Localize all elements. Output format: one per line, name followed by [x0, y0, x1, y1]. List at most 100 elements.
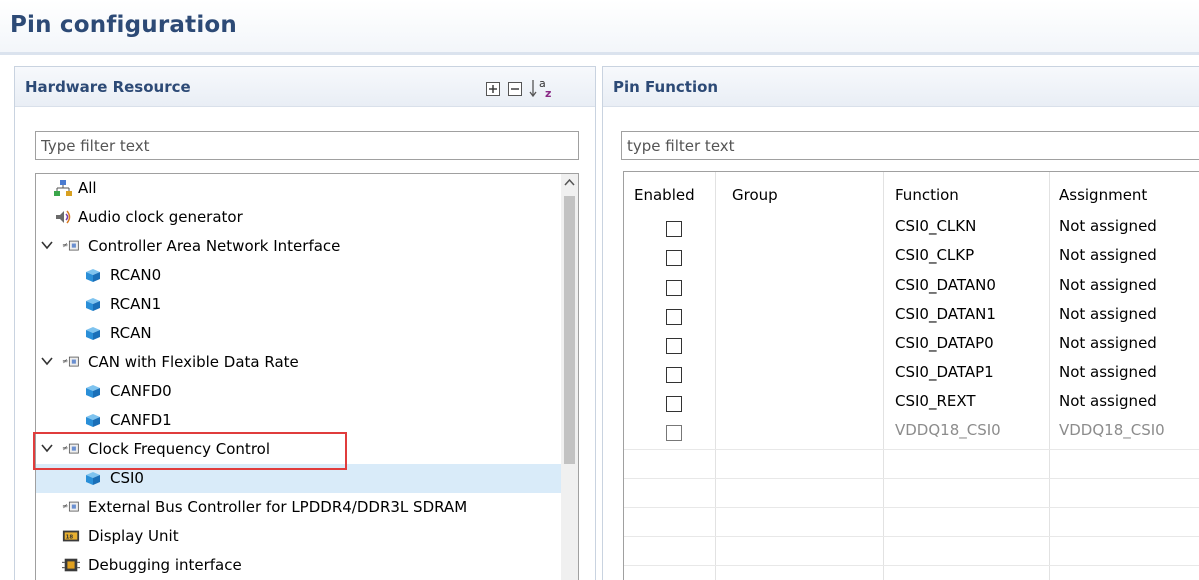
row-divider [624, 536, 1199, 537]
tree-item-controller-area-network-interface[interactable]: ≠ Controller Area Network Interface [36, 232, 563, 261]
tree-item-rcan0[interactable]: RCAN0 [36, 261, 563, 290]
hardware-filter-input[interactable] [35, 131, 579, 160]
enabled-checkbox[interactable] [666, 338, 682, 354]
tree-item-label: External Bus Controller for LPDDR4/DDR3L… [88, 498, 468, 516]
function-cell: CSI0_CLKP [895, 246, 975, 264]
cube-icon [86, 472, 100, 485]
pin-function-filter-input[interactable] [621, 131, 1199, 160]
debug-icon [62, 558, 80, 572]
svg-text:≠: ≠ [62, 444, 68, 453]
function-cell: CSI0_REXT [895, 392, 976, 410]
tree-item-display-unit[interactable]: 18 Display Unit [36, 522, 563, 551]
pin-function-panel: Pin Function Enabled Group Function Assi… [602, 66, 1199, 580]
tree-item-can-with-flexible-data-rate[interactable]: ≠ CAN with Flexible Data Rate [36, 348, 563, 377]
scroll-up-icon[interactable] [564, 178, 575, 188]
enabled-checkbox[interactable] [666, 396, 682, 412]
page-header: Pin configuration [0, 0, 1199, 52]
function-cell: CSI0_DATAP1 [895, 363, 994, 381]
tree-item-label: CAN with Flexible Data Rate [88, 353, 299, 371]
assignment-cell: Not assigned [1059, 276, 1157, 294]
svg-text:≠: ≠ [62, 241, 68, 250]
tree-item-clock-frequency-control[interactable]: ≠ Clock Frequency Control [36, 435, 563, 464]
tree-item-rcan[interactable]: RCAN [36, 319, 563, 348]
function-cell: CSI0_CLKN [895, 217, 977, 235]
tree-item-label: RCAN [110, 324, 152, 342]
tree-item-label: CANFD0 [110, 382, 172, 400]
svg-text:≠: ≠ [62, 502, 68, 511]
assignment-cell: Not assigned [1059, 392, 1157, 410]
tree-item-csi0[interactable]: CSI0 [36, 464, 563, 493]
hardware-tree: All Audio clock generator ≠ Controller A… [35, 173, 579, 580]
network-icon [54, 180, 72, 196]
column-header-function[interactable]: Function [895, 186, 959, 204]
collapse-all-icon[interactable] [507, 81, 523, 97]
chevron-down-icon[interactable] [40, 354, 54, 368]
chip-icon: ≠ [62, 241, 79, 251]
chip-icon: ≠ [62, 444, 79, 454]
assignment-cell: Not assigned [1059, 246, 1157, 264]
chip-icon: ≠ [62, 357, 79, 367]
enabled-checkbox[interactable] [666, 309, 682, 325]
tree-item-label: RCAN0 [110, 266, 162, 284]
column-header-group[interactable]: Group [732, 186, 778, 204]
hardware-resource-title: Hardware Resource [25, 78, 191, 96]
row-divider [624, 565, 1199, 566]
tree-item-label: Debugging interface [88, 556, 242, 574]
pin-function-title: Pin Function [613, 78, 719, 96]
assignment-cell: VDDQ18_CSI0 [1059, 421, 1165, 439]
function-cell: CSI0_DATAP0 [895, 334, 994, 352]
cube-icon [86, 385, 100, 398]
enabled-checkbox [666, 425, 682, 441]
svg-text:≠: ≠ [62, 357, 68, 366]
pin-function-header: Pin Function [603, 67, 1199, 107]
cube-icon [86, 414, 100, 427]
tree-item-label: RCAN1 [110, 295, 162, 313]
sort-az-icon[interactable]: a z [529, 76, 557, 100]
hardware-resource-panel: Hardware Resource a z Type filter text A… [14, 66, 596, 580]
column-header-enabled[interactable]: Enabled [634, 186, 695, 204]
pin-function-table: Enabled Group Function Assignment CSI0_C… [623, 171, 1199, 580]
enabled-checkbox[interactable] [666, 280, 682, 296]
enabled-checkbox[interactable] [666, 250, 682, 266]
tree-item-label: Display Unit [88, 527, 179, 545]
tree-item-debugging-interface[interactable]: Debugging interface [36, 551, 563, 580]
hardware-resource-header: Hardware Resource a z [15, 67, 595, 107]
tree-item-canfd1[interactable]: CANFD1 [36, 406, 563, 435]
tree-item-external-bus-controller[interactable]: ≠ External Bus Controller for LPDDR4/DDR… [36, 493, 563, 522]
chip-icon: ≠ [62, 502, 79, 512]
column-divider [715, 172, 716, 580]
assignment-cell: Not assigned [1059, 305, 1157, 323]
tree-item-label: Controller Area Network Interface [88, 237, 341, 255]
assignment-cell: Not assigned [1059, 363, 1157, 381]
tree-item-label: Clock Frequency Control [88, 440, 270, 458]
function-cell: CSI0_DATAN1 [895, 305, 996, 323]
row-divider [624, 478, 1199, 479]
display-icon: 18 [62, 530, 80, 542]
enabled-checkbox[interactable] [666, 221, 682, 237]
assignment-cell: Not assigned [1059, 217, 1157, 235]
column-divider [883, 172, 884, 580]
tree-item-label: All [78, 179, 97, 197]
svg-text:18: 18 [66, 535, 74, 541]
cube-icon [86, 269, 100, 282]
tree-scrollbar[interactable] [561, 174, 578, 580]
tree-item-canfd0[interactable]: CANFD0 [36, 377, 563, 406]
chevron-down-icon[interactable] [40, 441, 54, 455]
tree-item-all[interactable]: All [36, 174, 563, 203]
header-divider [0, 52, 1199, 55]
scrollbar-thumb[interactable] [564, 196, 575, 464]
chevron-down-icon[interactable] [40, 238, 54, 252]
column-header-assignment[interactable]: Assignment [1059, 186, 1147, 204]
expand-all-icon[interactable] [485, 81, 501, 97]
assignment-cell: Not assigned [1059, 334, 1157, 352]
column-divider [1049, 172, 1050, 580]
function-cell: CSI0_DATAN0 [895, 276, 996, 294]
tree-item-audio-clock-generator[interactable]: Audio clock generator [36, 203, 563, 232]
row-divider [624, 449, 1199, 450]
tree-item-label: Audio clock generator [78, 208, 243, 226]
enabled-checkbox[interactable] [666, 367, 682, 383]
function-cell: VDDQ18_CSI0 [895, 421, 1001, 439]
tree-item-rcan1[interactable]: RCAN1 [36, 290, 563, 319]
tree-item-label: CANFD1 [110, 411, 172, 429]
cube-icon [86, 327, 100, 340]
